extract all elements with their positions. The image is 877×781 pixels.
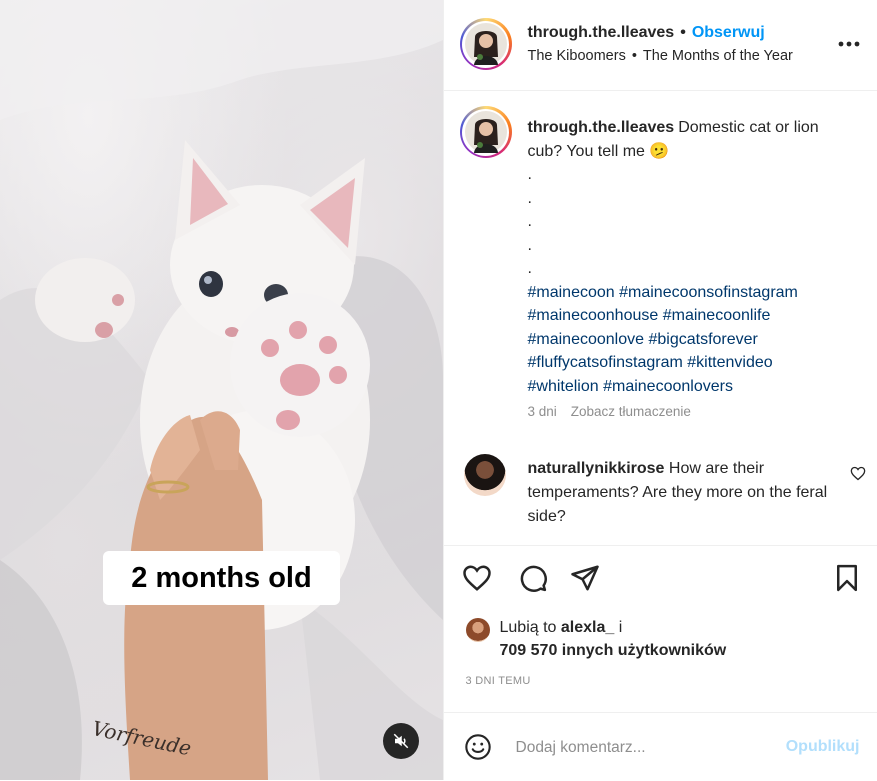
save-button[interactable] — [832, 563, 862, 593]
post-media[interactable]: Vorfreude 2 months old — [0, 0, 443, 780]
video-text-overlay: 2 months old — [103, 551, 340, 605]
post-view: Vorfreude 2 months old — [0, 0, 877, 780]
post-timestamp[interactable]: 3 DNI TEMU — [466, 675, 531, 687]
audio-artist[interactable]: The Kiboomers — [528, 48, 626, 64]
caption-author-avatar[interactable] — [460, 106, 512, 158]
likes-line-1: Lubią to alexla_ i — [500, 619, 623, 637]
separator: • — [680, 24, 686, 42]
comment-bubble-icon — [518, 563, 548, 593]
caption-dot: . — [528, 210, 848, 234]
like-button[interactable] — [462, 563, 492, 593]
audio-info[interactable]: The Kiboomers • The Months of the Year — [528, 48, 793, 64]
author-username[interactable]: through.the.lleaves — [528, 24, 675, 42]
more-options-button[interactable] — [838, 30, 860, 53]
avatar-photo — [465, 23, 507, 65]
ellipsis-icon — [838, 41, 860, 47]
publish-button[interactable]: Opublikuj — [786, 738, 860, 756]
likes-count[interactable]: 709 570 innych użytkowników — [500, 642, 727, 660]
caption-dot: . — [528, 187, 848, 211]
liker-avatar[interactable] — [466, 618, 490, 642]
smiley-icon — [464, 733, 492, 761]
header-user-row: through.the.lleaves • Obserwuj — [528, 24, 765, 42]
audio-separator: • — [632, 48, 637, 64]
emoji-button[interactable] — [464, 733, 492, 766]
bookmark-icon — [832, 563, 862, 593]
share-button[interactable] — [570, 563, 600, 593]
caption-age: 3 dni — [528, 404, 557, 419]
caption-text: through.the.lleavesDomestic cat or lion … — [528, 116, 848, 398]
likes-prefix: Lubią to — [500, 619, 557, 636]
post-sidebar: through.the.lleaves • Obserwuj The Kiboo… — [443, 0, 877, 780]
add-comment-bar: Opublikuj — [444, 712, 877, 781]
follow-button[interactable]: Obserwuj — [692, 24, 765, 42]
caption-hashtags[interactable]: #mainecoon #mainecoonsofinstagram #maine… — [528, 284, 798, 395]
comment-text: naturallynikkirose How are their tempera… — [528, 457, 828, 529]
likes-suffix: i — [619, 619, 623, 636]
commenter-avatar[interactable] — [464, 454, 506, 496]
caption-dot: . — [528, 257, 848, 281]
audio-title[interactable]: The Months of the Year — [643, 48, 793, 64]
avatar-photo — [465, 111, 507, 153]
post-header: through.the.lleaves • Obserwuj The Kiboo… — [444, 0, 877, 91]
comment-button[interactable] — [518, 563, 548, 593]
liker-username[interactable]: alexla_ — [561, 619, 614, 636]
see-translation-link[interactable]: Zobacz tłumaczenie — [571, 404, 691, 419]
caption-meta: 3 dni Zobacz tłumaczenie — [528, 404, 691, 419]
comment-input[interactable] — [514, 735, 768, 761]
paper-plane-icon — [570, 563, 600, 593]
comment-like-button[interactable] — [850, 466, 866, 486]
post-actions — [444, 545, 877, 606]
author-avatar[interactable] — [460, 18, 512, 70]
mute-button[interactable] — [383, 723, 419, 759]
heart-outline-icon — [850, 466, 866, 481]
commenter-username[interactable]: naturallynikkirose — [528, 460, 665, 477]
caption-dot: . — [528, 234, 848, 258]
speaker-muted-icon — [392, 732, 410, 750]
kitten-video-frame: Vorfreude — [0, 0, 443, 780]
heart-outline-icon — [462, 563, 492, 593]
caption-username[interactable]: through.the.lleaves — [528, 119, 675, 136]
caption-dot: . — [528, 163, 848, 187]
